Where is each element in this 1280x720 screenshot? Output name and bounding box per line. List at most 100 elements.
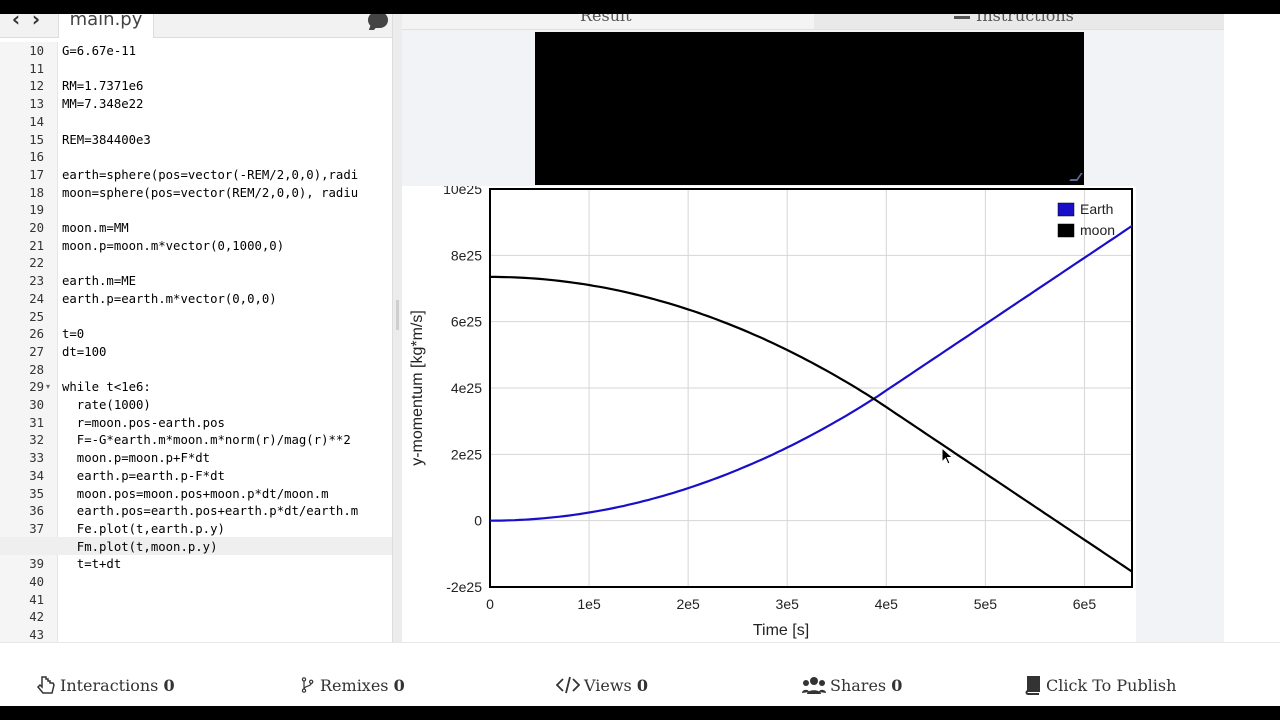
line-number: 35 bbox=[29, 486, 44, 501]
code-line[interactable]: r=moon.pos-earth.pos bbox=[62, 415, 225, 433]
bottom-bar bbox=[0, 706, 1280, 720]
code-line[interactable]: Fe.plot(t,earth.p.y) bbox=[62, 521, 225, 539]
shares-button[interactable]: Shares 0 bbox=[802, 675, 902, 697]
code-line[interactable]: moon.pos=moon.pos+moon.p*dt/moon.m bbox=[62, 486, 329, 504]
line-number: 15 bbox=[29, 132, 44, 147]
code-line[interactable]: dt=100 bbox=[62, 344, 106, 362]
code-line[interactable]: moon=sphere(pos=vector(REM/2,0,0), radiu bbox=[62, 185, 358, 203]
line-number: 22 bbox=[29, 256, 44, 271]
line-number: 27 bbox=[29, 344, 44, 359]
line-number: 23 bbox=[29, 274, 44, 289]
chat-bubble-icon[interactable] bbox=[368, 12, 388, 28]
code-line[interactable]: t=0 bbox=[62, 326, 84, 344]
code-line[interactable]: earth.p=earth.m*vector(0,0,0) bbox=[62, 291, 277, 309]
publish-button[interactable]: Click To Publish bbox=[1024, 675, 1176, 697]
book-icon bbox=[1025, 676, 1040, 695]
line-number: 18 bbox=[29, 185, 44, 200]
x-tick-label: 0 bbox=[486, 596, 494, 612]
x-tick-label: 2e5 bbox=[676, 596, 700, 612]
momentum-graph: -2e25 0 2e25 4e25 6e25 8e25 10e25 0 1e5 2e5 3e5 4e5… bbox=[402, 186, 1136, 642]
shares-label: Shares bbox=[830, 676, 887, 695]
line-number: 42 bbox=[29, 610, 44, 625]
code-line[interactable]: moon.p=moon.m*vector(0,1000,0) bbox=[62, 238, 284, 256]
y-tick-label: 10e25 bbox=[443, 186, 482, 197]
hand-pointer-icon bbox=[36, 676, 55, 694]
code-line[interactable]: Fm.plot(t,moon.p.y) bbox=[62, 539, 218, 557]
remixes-label: Remixes bbox=[320, 676, 389, 695]
code-area[interactable]: G=6.67e-11 RM=1.7371e6 MM=7.348e22 REM=3844… bbox=[58, 42, 392, 642]
fold-arrow-icon[interactable]: ▾ bbox=[46, 382, 50, 391]
line-number: 33 bbox=[29, 451, 44, 466]
tab-result[interactable]: Result bbox=[402, 6, 814, 30]
views-button[interactable]: Views 0 bbox=[556, 675, 648, 697]
remixes-button[interactable]: Remixes 0 bbox=[300, 675, 405, 697]
code-line[interactable]: REM=384400e3 bbox=[62, 132, 151, 150]
line-number: 28 bbox=[29, 362, 44, 377]
code-line[interactable]: t=t+dt bbox=[62, 556, 121, 574]
line-number: 10 bbox=[29, 44, 44, 58]
branch-icon bbox=[301, 677, 314, 693]
legend-label: Earth bbox=[1080, 201, 1113, 217]
line-number: 41 bbox=[29, 592, 44, 607]
resize-handle-icon[interactable] bbox=[1069, 173, 1083, 181]
line-number: 20 bbox=[29, 221, 44, 235]
y-tick-label: 6e25 bbox=[451, 314, 482, 330]
y-tick-label: 8e25 bbox=[451, 247, 482, 263]
y-axis-label: y-momentum [kg*m/s] bbox=[409, 310, 426, 466]
tab-instructions[interactable]: Instructions bbox=[814, 6, 1224, 30]
x-tick-label: 5e5 bbox=[974, 596, 998, 612]
line-number: 40 bbox=[29, 575, 44, 589]
line-number: 21 bbox=[29, 238, 44, 253]
line-number: 17 bbox=[29, 167, 44, 182]
line-number: 19 bbox=[29, 203, 44, 218]
line-number: 29 bbox=[29, 380, 44, 395]
line-number: 32 bbox=[29, 433, 44, 448]
chart-svg: -2e2502e254e256e258e2510e250 1e5 2e5 3e5 4e5… bbox=[409, 186, 1133, 639]
views-label: Views bbox=[584, 676, 632, 695]
views-count: 0 bbox=[636, 676, 648, 695]
line-number: 11 bbox=[29, 61, 44, 76]
line-number: 13 bbox=[29, 97, 44, 112]
publish-label: Click To Publish bbox=[1046, 676, 1177, 695]
vpython-3d-canvas[interactable] bbox=[535, 32, 1084, 185]
y-tick-label: -2e25 bbox=[446, 579, 482, 595]
code-line[interactable]: G=6.67e-11 bbox=[62, 43, 136, 61]
interactions-label: Interactions bbox=[60, 676, 159, 695]
line-number: 24 bbox=[29, 291, 44, 306]
app-window: ‹ › main.py 10 11 12 13 14 15 16 17 18 19 20 21 22 23… bbox=[0, 0, 1280, 720]
code-line[interactable]: moon.m=MM bbox=[62, 220, 129, 238]
line-number: 34 bbox=[29, 468, 44, 483]
legend-label: moon bbox=[1080, 222, 1115, 238]
code-line[interactable]: earth.m=ME bbox=[62, 273, 136, 291]
shares-count: 0 bbox=[891, 676, 903, 695]
users-icon bbox=[802, 677, 826, 694]
x-tick-label: 4e5 bbox=[875, 596, 899, 612]
code-line[interactable]: while t<1e6: bbox=[62, 379, 151, 397]
line-number: 12 bbox=[29, 79, 44, 94]
code-line[interactable]: earth=sphere(pos=vector(-REM/2,0,0),radi bbox=[62, 167, 358, 185]
y-tick-label: 2e25 bbox=[451, 446, 482, 462]
interactions-button[interactable]: Interactions 0 bbox=[36, 675, 175, 697]
splitter-grip[interactable] bbox=[396, 300, 399, 330]
line-number: 31 bbox=[29, 415, 44, 430]
page-margin-right bbox=[1224, 14, 1280, 642]
y-tick-label: 0 bbox=[474, 513, 482, 529]
code-line[interactable]: F=-G*earth.m*moon.m*norm(r)/mag(r)**2 bbox=[62, 432, 351, 450]
code-line[interactable]: earth.p=earth.p-F*dt bbox=[62, 468, 225, 486]
code-line[interactable]: moon.p=moon.p+F*dt bbox=[62, 450, 210, 468]
line-number: 14 bbox=[29, 114, 44, 129]
code-line[interactable]: MM=7.348e22 bbox=[62, 96, 143, 114]
code-line[interactable]: rate(1000) bbox=[62, 397, 151, 415]
x-axis-label: Time [s] bbox=[753, 622, 809, 639]
top-bar bbox=[0, 0, 1280, 14]
line-number: 37 bbox=[29, 521, 44, 536]
interactions-count: 0 bbox=[163, 676, 175, 695]
line-number: 39 bbox=[29, 557, 44, 572]
code-line[interactable]: earth.pos=earth.pos+earth.p*dt/earth.m bbox=[62, 503, 358, 521]
code-line[interactable]: RM=1.7371e6 bbox=[62, 78, 143, 96]
line-number: 25 bbox=[29, 309, 44, 324]
y-tick-label: 4e25 bbox=[451, 380, 482, 396]
code-editor: ‹ › main.py 10 11 12 13 14 15 16 17 18 19 20 21 22 23… bbox=[0, 0, 402, 642]
code-brackets-icon bbox=[556, 676, 580, 694]
legend-swatch bbox=[1057, 202, 1075, 217]
